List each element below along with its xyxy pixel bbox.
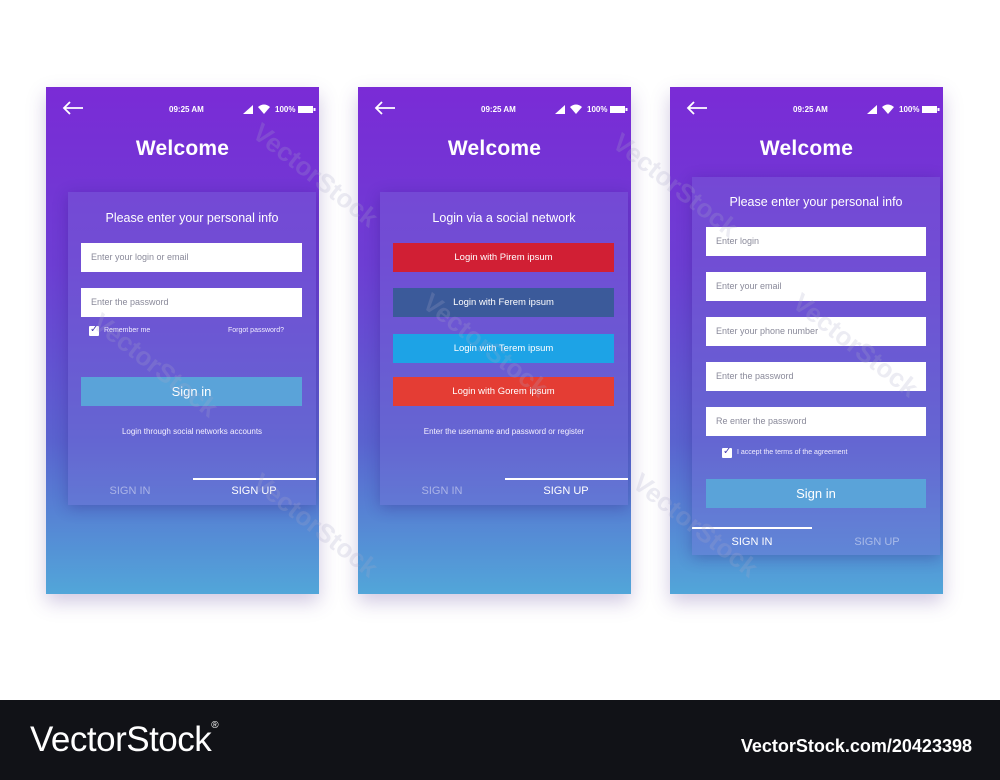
password-input[interactable]: Enter the password [81,288,302,317]
page-title: Welcome [135,137,230,160]
remember-me-label: Remember me [104,327,151,334]
remember-me-checkbox[interactable]: ✓ [89,324,99,336]
status-bar: 09:25 AM 100% [358,101,631,117]
login-input[interactable]: Enter login [706,227,926,256]
checkbox-check-icon: ✓ [90,324,99,335]
agreement-label: I accept the terms of the agreement [737,449,848,456]
forgot-password-link[interactable]: Forgot password? [228,327,284,334]
active-tab-indicator [692,527,812,529]
email-input[interactable]: Enter your email [706,272,926,301]
confirm-password-input[interactable]: Re enter the password [706,407,926,436]
battery-percent: 100% [587,105,608,114]
battery-percent: 100% [275,105,296,114]
tab-sign-up[interactable]: SIGN UP [827,536,927,548]
checkbox-check-icon: ✓ [723,446,732,457]
page-title: Welcome [759,137,854,160]
registration-card: Please enter your personal info Enter lo… [692,177,940,555]
tab-sign-up[interactable]: SIGN UP [204,485,304,497]
signal-icon [555,105,565,114]
login-screen: 09:25 AM 100% Welcome Please enter your … [46,87,319,594]
battery-icon [922,106,940,113]
footer-image-id: VectorStock.com/20423398 [740,736,972,756]
card-title: Please enter your personal info [729,195,903,209]
social-login-button-ferem[interactable]: Login with Ferem ipsum [393,288,614,317]
register-hint[interactable]: Enter the username and password or regis… [380,427,628,436]
card-title: Login via a social network [432,211,576,225]
social-login-screen: 09:25 AM 100% Welcome Login via a social… [358,87,631,594]
login-card: Please enter your personal info Enter yo… [68,192,316,505]
status-time: 09:25 AM [169,105,204,114]
social-login-button-pirem[interactable]: Login with Pirem ipsum [393,243,614,272]
login-email-input[interactable]: Enter your login or email [81,243,302,272]
status-bar: 09:25 AM 100% [670,101,943,117]
agreement-checkbox[interactable]: ✓ [722,446,732,458]
status-bar: 09:25 AM 100% [46,101,319,117]
back-arrow-icon[interactable] [374,101,396,115]
back-arrow-icon[interactable] [62,101,84,115]
password-input[interactable]: Enter the password [706,362,926,391]
social-login-button-gorem[interactable]: Login with Gorem ipsum [393,377,614,406]
phone-input[interactable]: Enter your phone number [706,317,926,346]
social-login-hint[interactable]: Login through social networks accounts [68,427,316,436]
social-login-button-terem[interactable]: Login with Terem ipsum [393,334,614,363]
footer-brand-text: VectorStock [30,720,212,759]
sign-in-button[interactable]: Sign in [81,377,302,406]
battery-icon [610,106,628,113]
wifi-icon [258,104,270,114]
tab-sign-up[interactable]: SIGN UP [516,485,616,497]
wifi-icon [570,104,582,114]
battery-icon [298,106,316,113]
active-tab-indicator [193,478,316,480]
footer-banner: VectorStock® VectorStock.com/20423398 [0,700,1000,780]
status-time: 09:25 AM [793,105,828,114]
status-time: 09:25 AM [481,105,516,114]
registered-mark: ® [211,720,219,731]
wifi-icon [882,104,894,114]
social-login-card: Login via a social network Login with Pi… [380,192,628,505]
tab-sign-in[interactable]: SIGN IN [80,485,180,497]
tab-sign-in[interactable]: SIGN IN [702,536,802,548]
signal-icon [243,105,253,114]
battery-percent: 100% [899,105,920,114]
back-arrow-icon[interactable] [686,101,708,115]
signal-icon [867,105,877,114]
tab-sign-in[interactable]: SIGN IN [392,485,492,497]
card-title: Please enter your personal info [105,211,279,225]
registration-screen: 09:25 AM 100% Welcome Please enter your … [670,87,943,594]
active-tab-indicator [505,478,628,480]
page-title: Welcome [447,137,542,160]
sign-in-button[interactable]: Sign in [706,479,926,508]
footer-brand: VectorStock® [30,720,219,760]
